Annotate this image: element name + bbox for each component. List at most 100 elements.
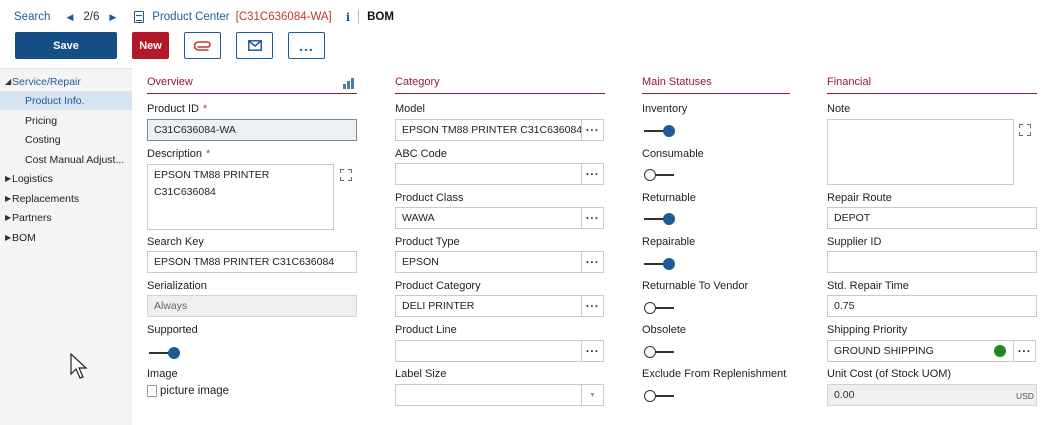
email-button[interactable] bbox=[236, 32, 273, 59]
obsolete-toggle[interactable] bbox=[644, 346, 674, 358]
model-label: Model bbox=[395, 103, 425, 115]
section-overview: Overview bbox=[147, 76, 357, 94]
consumable-toggle[interactable] bbox=[644, 169, 674, 181]
product-id-field[interactable]: C31C636084-WA bbox=[147, 119, 357, 141]
description-line: EPSON TM88 PRINTER bbox=[154, 169, 270, 181]
repair-route-label: Repair Route bbox=[827, 192, 892, 204]
attach-button[interactable] bbox=[184, 32, 221, 59]
breadcrumb-bom[interactable]: BOM bbox=[367, 11, 394, 23]
sidebar-item-label: Service/Repair bbox=[12, 75, 81, 88]
model-field[interactable]: EPSON TM88 PRINTER C31C636084 bbox=[395, 119, 582, 141]
expand-description-icon[interactable] bbox=[335, 164, 357, 186]
product-class-lookup-button[interactable]: ··· bbox=[582, 207, 604, 229]
shipping-status-indicator bbox=[994, 345, 1006, 357]
sidebar-item-product-info[interactable]: Product Info. bbox=[0, 91, 132, 110]
collapsed-triangle-icon: ▶ bbox=[5, 174, 12, 183]
status-inventory-label: Inventory bbox=[642, 103, 688, 115]
image-label: Image bbox=[147, 368, 178, 380]
sidebar-item-label: BOM bbox=[12, 231, 36, 244]
product-line-field[interactable] bbox=[395, 340, 582, 362]
sidebar-item-label: Costing bbox=[25, 133, 61, 146]
prev-record-icon[interactable]: ◀ bbox=[62, 12, 77, 23]
abc-code-lookup-button[interactable]: ··· bbox=[582, 163, 604, 185]
supplier-id-field[interactable] bbox=[827, 251, 1037, 273]
product-line-lookup-button[interactable]: ··· bbox=[582, 340, 604, 362]
note-label: Note bbox=[827, 103, 851, 115]
page-title: Product Center bbox=[152, 11, 230, 23]
exclude-replenishment-toggle[interactable] bbox=[644, 390, 674, 402]
more-actions-button[interactable]: ... bbox=[288, 32, 325, 59]
sidebar-item-label: Logistics bbox=[12, 172, 53, 185]
record-id: [C31C636084-WA] bbox=[235, 11, 332, 23]
paperclip-icon bbox=[193, 40, 211, 51]
sidebar-item-costing[interactable]: Costing bbox=[0, 130, 132, 149]
product-image: picture image bbox=[147, 385, 229, 397]
repairable-toggle[interactable] bbox=[644, 258, 675, 270]
product-category-lookup-button[interactable]: ··· bbox=[582, 295, 604, 317]
required-mark: * bbox=[206, 148, 211, 160]
product-type-field[interactable]: EPSON bbox=[395, 251, 582, 273]
status-returnable-vendor-label: Returnable To Vendor bbox=[642, 280, 749, 292]
shipping-priority-field[interactable]: GROUND SHIPPING bbox=[827, 340, 1014, 362]
bar-chart-icon[interactable] bbox=[343, 77, 357, 89]
product-type-lookup-button[interactable]: ··· bbox=[582, 251, 604, 273]
product-class-label: Product Class bbox=[395, 192, 464, 204]
status-obsolete-label: Obsolete bbox=[642, 324, 687, 336]
serialization-label: Serialization bbox=[147, 280, 207, 292]
broken-image-icon bbox=[147, 385, 157, 397]
chevron-down-icon[interactable]: ▼ bbox=[582, 384, 604, 406]
section-title: Financial bbox=[827, 76, 872, 88]
repair-route-field[interactable]: DEPOT bbox=[827, 207, 1037, 229]
returnable-to-vendor-toggle[interactable] bbox=[644, 302, 674, 314]
returnable-toggle[interactable] bbox=[644, 213, 675, 225]
label-size-select[interactable] bbox=[395, 384, 582, 406]
sidebar-item-label: Partners bbox=[12, 211, 52, 224]
search-key-field[interactable]: EPSON TM88 PRINTER C31C636084 bbox=[147, 251, 357, 273]
new-button[interactable]: New bbox=[132, 32, 169, 59]
section-category: Category bbox=[395, 76, 605, 94]
shipping-priority-label: Shipping Priority bbox=[827, 324, 908, 336]
abc-code-label: ABC Code bbox=[395, 148, 447, 160]
section-title: Main Statuses bbox=[642, 76, 712, 88]
shipping-priority-lookup-button[interactable]: ··· bbox=[1014, 340, 1036, 362]
save-button[interactable]: Save bbox=[15, 32, 117, 59]
sidebar-item-cost-manual-adjust[interactable]: Cost Manual Adjust... bbox=[0, 150, 132, 169]
sidebar-item-pricing[interactable]: Pricing bbox=[0, 111, 132, 130]
product-class-field[interactable]: WAWA bbox=[395, 207, 582, 229]
abc-code-field[interactable] bbox=[395, 163, 582, 185]
product-line-label: Product Line bbox=[395, 324, 457, 336]
inventory-toggle[interactable] bbox=[644, 125, 675, 137]
required-mark: * bbox=[202, 103, 208, 115]
top-bar: Search ◀ 2/6 ▶ Product Center [C31C63608… bbox=[0, 0, 1051, 68]
section-title: Category bbox=[395, 76, 440, 88]
record-pager: 2/6 bbox=[83, 11, 100, 23]
std-repair-time-field[interactable]: 0.75 bbox=[827, 295, 1037, 317]
sidebar-item-label: Product Info. bbox=[25, 94, 85, 107]
note-field[interactable] bbox=[827, 119, 1014, 185]
product-category-label: Product Category bbox=[395, 280, 481, 292]
sidebar-item-label: Cost Manual Adjust... bbox=[25, 153, 125, 166]
unit-cost-field: 0.00 bbox=[827, 384, 1037, 406]
sidebar-item-logistics[interactable]: ▶ Logistics bbox=[0, 169, 132, 188]
status-returnable-label: Returnable bbox=[642, 192, 696, 204]
currency-unit: USD bbox=[1016, 391, 1034, 401]
sidebar-item-bom[interactable]: ▶ BOM bbox=[0, 228, 132, 247]
sidebar-item-service-repair[interactable]: ◢ Service/Repair bbox=[0, 72, 132, 91]
expand-note-icon[interactable] bbox=[1014, 119, 1036, 141]
toolbar: Save New ... bbox=[15, 32, 325, 59]
collapsed-triangle-icon: ▶ bbox=[5, 194, 12, 203]
next-record-icon[interactable]: ▶ bbox=[105, 12, 120, 23]
nav-row: Search ◀ 2/6 ▶ Product Center [C31C63608… bbox=[14, 9, 394, 25]
expanded-triangle-icon: ◢ bbox=[5, 77, 12, 86]
status-exclude-replenishment-label: Exclude From Replenishment bbox=[642, 368, 787, 380]
sidebar-item-partners[interactable]: ▶ Partners bbox=[0, 208, 132, 227]
sidebar: ◢ Service/Repair Product Info. Pricing C… bbox=[0, 68, 132, 425]
sidebar-item-replacements[interactable]: ▶ Replacements bbox=[0, 189, 132, 208]
info-icon[interactable]: i bbox=[346, 10, 350, 24]
supported-toggle[interactable] bbox=[149, 347, 180, 359]
search-link[interactable]: Search bbox=[14, 11, 50, 23]
product-category-field[interactable]: DELI PRINTER bbox=[395, 295, 582, 317]
title-divider bbox=[358, 10, 360, 24]
model-lookup-button[interactable]: ··· bbox=[582, 119, 604, 141]
description-field[interactable]: EPSON TM88 PRINTER C31C636084 bbox=[147, 164, 334, 230]
